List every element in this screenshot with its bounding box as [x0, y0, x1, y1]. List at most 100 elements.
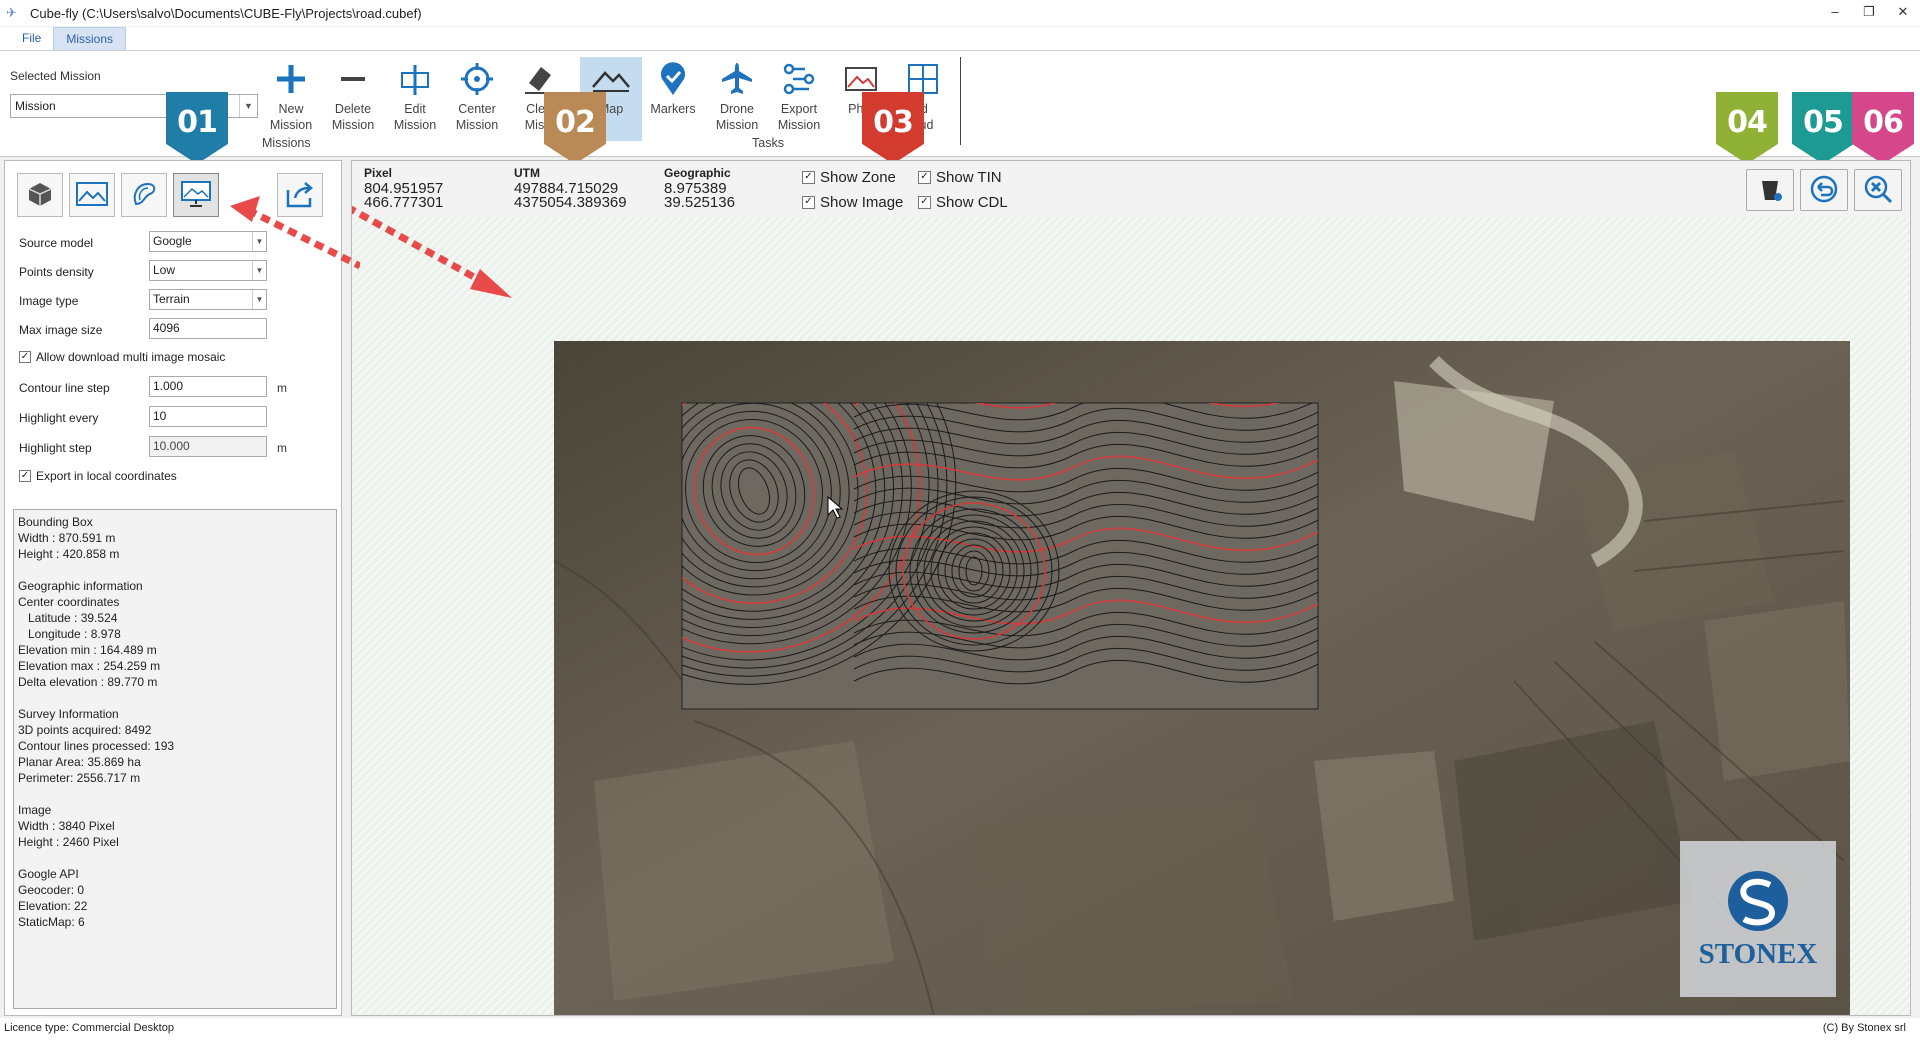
checkmark-icon: ✓: [802, 196, 815, 209]
window-controls: – ❐ ✕: [1818, 0, 1920, 26]
marker-icon: [642, 57, 704, 101]
zoom-extent-button[interactable]: [1854, 169, 1902, 211]
checkmark-icon: ✓: [19, 351, 31, 363]
status-bar: Licence type: Commercial Desktop (C) By …: [0, 1018, 1920, 1040]
contour-step-label: Contour line step: [19, 381, 110, 395]
image-type-label: Image type: [19, 294, 79, 308]
info-line: [18, 850, 332, 866]
contour-icon: [130, 180, 158, 211]
licence-text: Licence type: Commercial Desktop: [4, 1022, 174, 1034]
contour-step-unit: m: [277, 381, 287, 395]
stonex-watermark: STONEX: [1699, 938, 1818, 970]
crosshair-icon: [446, 57, 508, 101]
info-line: [18, 690, 332, 706]
info-line: Bounding Box: [18, 515, 93, 529]
landscape-icon: [76, 181, 108, 210]
chevron-down-icon[interactable]: ▼: [239, 95, 257, 117]
edit-mission-button[interactable]: Edit Mission: [384, 57, 446, 141]
app-icon: ✈: [6, 5, 17, 20]
zoom-close-icon: [1863, 174, 1893, 207]
minimize-icon[interactable]: –: [1818, 0, 1852, 26]
highlight-step-label: Highlight step: [19, 441, 92, 455]
info-line: Elevation min : 164.489 m: [18, 643, 157, 657]
highlight-step-unit: m: [277, 441, 287, 455]
info-line: Planar Area: 35.869 ha: [18, 755, 141, 769]
info-line: Perimeter: 2556.717 m: [18, 771, 141, 785]
undo-button[interactable]: [1800, 169, 1848, 211]
info-line: Image: [18, 803, 52, 817]
info-text-area[interactable]: Bounding Box Width : 870.591 m Height : 42…: [13, 509, 337, 1009]
export-mission-button[interactable]: Export Mission: [768, 57, 830, 141]
drone-mission-button[interactable]: Drone Mission: [706, 57, 768, 141]
delete-mission-button[interactable]: Delete Mission: [322, 57, 384, 141]
chevron-down-icon[interactable]: ▼: [252, 290, 266, 309]
tab-file[interactable]: File: [10, 27, 53, 50]
ribbon-toolbar: Selected Mission Mission ▼ New Mission D…: [0, 51, 1920, 157]
selected-mission-value: Mission: [15, 99, 56, 113]
info-line: Contour lines processed: 193: [18, 739, 175, 753]
tab-missions[interactable]: Missions: [53, 27, 127, 50]
geographic-coords: Geographic 8.975389 39.525136: [664, 166, 735, 211]
menu-tabs: File Missions: [0, 27, 1920, 51]
highlight-step-input: 10.000: [149, 436, 267, 457]
plus-icon: [260, 57, 322, 101]
info-line: StaticMap: 6: [18, 915, 85, 929]
show-zone-checkbox[interactable]: ✓ Show Zone: [802, 169, 896, 186]
image-view-button[interactable]: [69, 173, 115, 217]
window-title: Cube-fly (C:\Users\salvo\Documents\CUBE-…: [30, 5, 422, 21]
info-line: Longitude : 8.978: [18, 627, 121, 641]
max-image-size-input[interactable]: 4096: [149, 318, 267, 339]
route-icon: [768, 57, 830, 101]
center-mission-button[interactable]: Center Mission: [446, 57, 508, 141]
markers-button[interactable]: Markers: [642, 57, 704, 141]
restore-icon[interactable]: ❐: [1852, 0, 1886, 26]
info-line: [18, 786, 332, 802]
info-line: Google API: [18, 867, 79, 881]
contour-step-input[interactable]: 1.000: [149, 376, 267, 397]
clear-bucket-button[interactable]: [1746, 169, 1794, 211]
satellite-map-image[interactable]: STONEX: [553, 341, 1850, 1015]
contour-view-button[interactable]: [121, 173, 167, 217]
info-line: Center coordinates: [18, 595, 120, 609]
close-icon[interactable]: ✕: [1886, 0, 1920, 26]
bucket-icon: [1756, 175, 1784, 206]
cube-icon: [27, 181, 53, 210]
monitor-icon: [180, 180, 212, 211]
tasks-group-label: Tasks: [752, 136, 784, 150]
checkmark-icon: ✓: [19, 470, 31, 482]
minus-icon: [322, 57, 384, 101]
export-local-checkbox[interactable]: ✓ Export in local coordinates: [19, 469, 177, 483]
info-line: Geographic information: [18, 579, 143, 593]
info-line: Width : 870.591 m: [18, 531, 116, 545]
selected-mission-label: Selected Mission: [10, 69, 101, 83]
new-mission-button[interactable]: New Mission: [260, 57, 322, 141]
highlight-every-input[interactable]: 10: [149, 406, 267, 427]
info-line: Geocoder: 0: [18, 883, 85, 897]
show-tin-checkbox[interactable]: ✓ Show TIN: [918, 169, 1002, 186]
max-image-size-label: Max image size: [19, 323, 103, 337]
info-line: Height : 2460 Pixel: [18, 835, 119, 849]
info-line: Survey Information: [18, 707, 119, 721]
monitor-view-button[interactable]: [173, 173, 219, 217]
checkmark-icon: ✓: [802, 171, 815, 184]
allow-mosaic-checkbox[interactable]: ✓ Allow download multi image mosaic: [19, 350, 225, 364]
info-line: Elevation: 22: [18, 899, 88, 913]
show-cdl-checkbox[interactable]: ✓ Show CDL: [918, 194, 1008, 211]
points-density-label: Points density: [19, 265, 94, 279]
annotation-arrow: [352, 205, 512, 298]
model-3d-button[interactable]: [17, 173, 63, 217]
edit-icon: [384, 57, 446, 101]
title-bar: ✈ Cube-fly (C:\Users\salvo\Documents\CUB…: [0, 0, 1920, 26]
show-image-checkbox[interactable]: ✓ Show Image: [802, 194, 903, 211]
missions-group-label: Missions: [262, 136, 311, 150]
highlight-every-label: Highlight every: [19, 411, 99, 425]
info-line: Delta elevation : 89.770 m: [18, 675, 158, 689]
info-line: Width : 3840 Pixel: [18, 819, 115, 833]
info-line: 3D points acquired: 8492: [18, 723, 152, 737]
image-type-select[interactable]: Terrain ▼: [149, 289, 267, 310]
copyright-text: (C) By Stonex srl: [1822, 1022, 1906, 1034]
left-settings-panel: Source model Google ▼ Points density Low ▼…: [4, 160, 342, 1016]
info-line: [18, 562, 332, 578]
ribbon-divider: [960, 57, 961, 145]
map-view-panel: Pixel 804.951957 466.777301 UTM 497884.7…: [351, 160, 1911, 1016]
